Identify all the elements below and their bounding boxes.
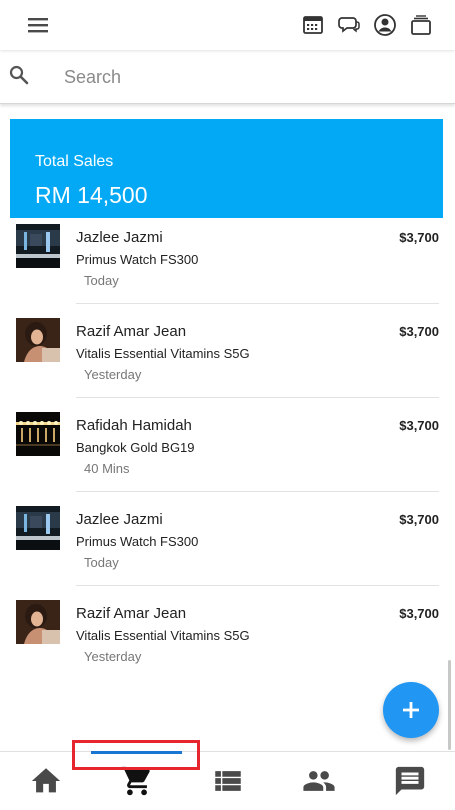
customer-name: Jazlee Jazmi xyxy=(76,511,163,528)
product-name: Vitalis Essential Vitamins S5G xyxy=(76,628,250,643)
account-icon[interactable] xyxy=(373,13,397,37)
product-name: Primus Watch FS300 xyxy=(76,252,199,267)
transaction-time: 40 Mins xyxy=(84,461,130,476)
home-icon xyxy=(31,768,61,793)
top-app-bar xyxy=(0,0,455,50)
transaction-price: $3,700 xyxy=(399,418,439,433)
customer-name: Razif Amar Jean xyxy=(76,323,187,340)
portrait-photo xyxy=(16,600,60,644)
product-name: Bangkok Gold BG19 xyxy=(76,440,195,455)
menu-icon[interactable] xyxy=(26,15,50,35)
customer-name: Razif Amar Jean xyxy=(76,605,187,622)
list-item[interactable]: Jazlee Jazmi Primus Watch FS300 Today $3… xyxy=(0,492,455,586)
add-button[interactable] xyxy=(383,682,439,738)
runway-photo xyxy=(16,412,60,456)
list-icon xyxy=(215,771,241,791)
transaction-time: Yesterday xyxy=(84,649,142,664)
total-sales-card: Total Sales RM 14,500 xyxy=(10,119,443,218)
people-icon xyxy=(303,771,335,791)
customer-name: Jazlee Jazmi xyxy=(76,229,163,246)
transaction-time: Today xyxy=(84,555,119,570)
transaction-list: Jazlee Jazmi Primus Watch FS300 Today $3… xyxy=(0,210,455,750)
search-icon[interactable] xyxy=(8,64,30,86)
chat-icon[interactable] xyxy=(338,14,360,36)
list-item[interactable]: Rafidah Hamidah Bangkok Gold BG19 40 Min… xyxy=(0,398,455,492)
transaction-price: $3,700 xyxy=(399,512,439,527)
transaction-price: $3,700 xyxy=(399,324,439,339)
search-bar xyxy=(0,50,455,104)
total-sales-value: RM 14,500 xyxy=(35,182,148,208)
scrollbar-thumb[interactable] xyxy=(448,660,451,750)
stage-photo xyxy=(16,224,60,268)
product-name: Vitalis Essential Vitamins S5G xyxy=(76,346,250,361)
transaction-time: Yesterday xyxy=(84,367,142,382)
list-item[interactable]: Razif Amar Jean Vitalis Essential Vitami… xyxy=(0,586,455,680)
bottom-navigation xyxy=(0,751,455,810)
product-name: Primus Watch FS300 xyxy=(76,534,199,549)
search-input[interactable] xyxy=(64,60,434,94)
total-sales-label: Total Sales xyxy=(35,153,114,170)
list-item[interactable]: Razif Amar Jean Vitalis Essential Vitami… xyxy=(0,304,455,398)
highlight-box xyxy=(72,740,200,770)
portrait-photo xyxy=(16,318,60,362)
message-icon xyxy=(395,766,425,796)
customer-name: Rafidah Hamidah xyxy=(76,417,192,434)
transaction-price: $3,700 xyxy=(399,606,439,621)
transaction-time: Today xyxy=(84,273,119,288)
nav-item-people[interactable] xyxy=(273,752,364,810)
list-item[interactable]: Jazlee Jazmi Primus Watch FS300 Today $3… xyxy=(0,210,455,304)
nav-item-messages[interactable] xyxy=(364,752,455,810)
cards-icon[interactable] xyxy=(409,13,433,37)
plus-icon xyxy=(403,702,419,718)
calendar-icon[interactable] xyxy=(302,14,324,36)
stage-photo xyxy=(16,506,60,550)
transaction-price: $3,700 xyxy=(399,230,439,245)
